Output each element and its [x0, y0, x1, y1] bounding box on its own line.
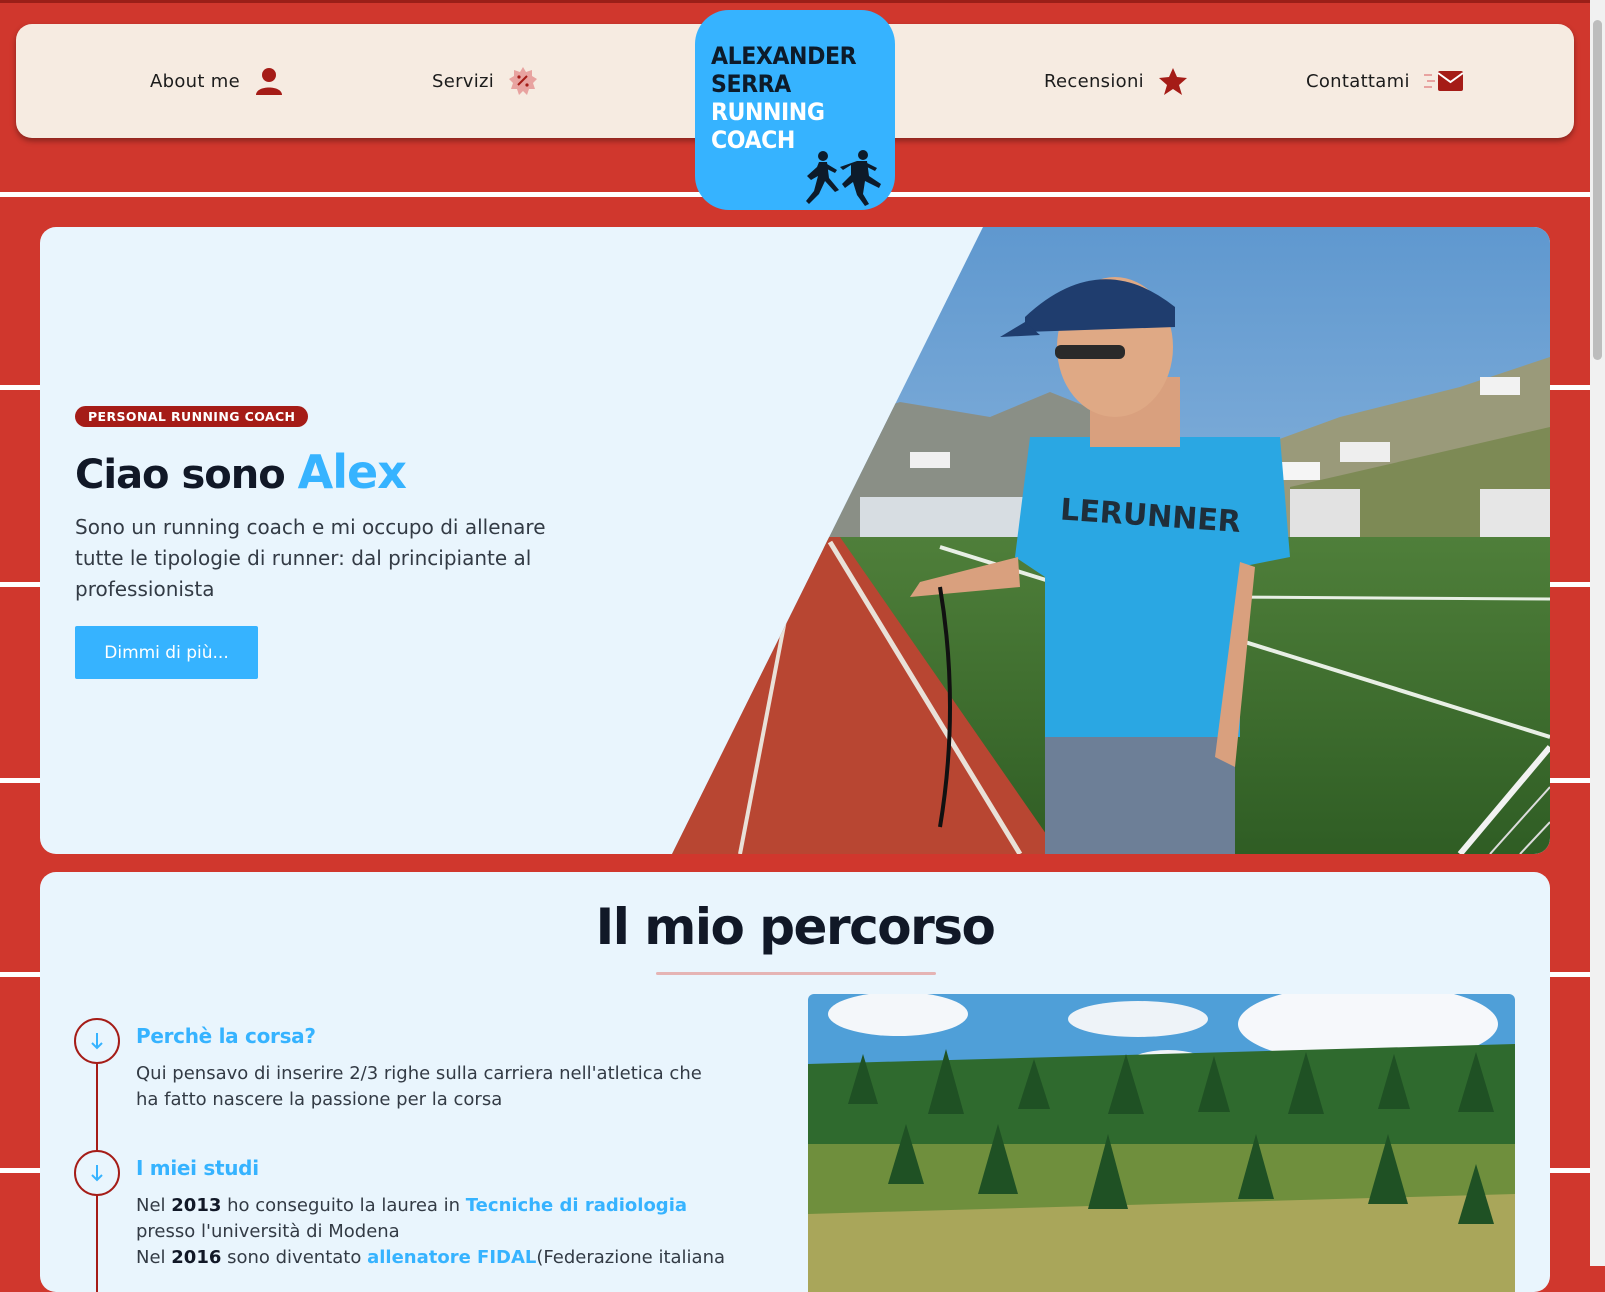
hero-badge: PERSONAL RUNNING COACH — [75, 406, 309, 427]
timeline-marker — [74, 1150, 120, 1196]
scrollbar[interactable] — [1590, 0, 1605, 1266]
dimmi-di-piu-button[interactable]: Dimmi di più... — [75, 626, 258, 679]
nav-servizi-label: Servizi — [432, 70, 495, 92]
site-logo[interactable]: ALEXANDER SERRA RUNNING COACH — [695, 10, 895, 210]
section-title: Il mio percorso — [595, 898, 996, 956]
logo-line-2: SERRA — [711, 70, 791, 98]
timeline-item-text: Qui pensavo di inserire 2/3 righe sulla … — [136, 1063, 702, 1110]
text-fragment: (Federazione italiana — [536, 1247, 726, 1268]
hero-title-prefix: Ciao sono — [75, 452, 286, 498]
badge-icon — [508, 66, 538, 96]
runners-icon — [806, 150, 881, 206]
nav-contattami[interactable]: Contattami — [1306, 24, 1464, 138]
percorso-section: Il mio percorso Perchè la corsa? Qui pen… — [40, 872, 1550, 1292]
scrollbar-thumb[interactable] — [1593, 20, 1602, 360]
radiologia-link[interactable]: Tecniche di radiologia — [466, 1195, 687, 1216]
nav-servizi[interactable]: Servizi — [432, 24, 538, 138]
fidal-link[interactable]: allenatore FIDAL — [367, 1247, 536, 1268]
mail-icon — [1423, 66, 1464, 96]
hero-title-name: Alex — [297, 445, 407, 499]
year-2013: 2013 — [171, 1195, 222, 1216]
title-underline — [656, 972, 936, 975]
logo-line-3: RUNNING — [711, 98, 825, 126]
year-2016: 2016 — [171, 1247, 222, 1268]
arrow-down-icon — [91, 1033, 103, 1050]
user-icon — [254, 66, 284, 96]
text-fragment: presso l'università di Modena — [136, 1221, 400, 1242]
text-fragment: Nel — [136, 1247, 172, 1268]
text-fragment: Nel — [136, 1195, 172, 1216]
hero-section: LERUNNER PERSONAL RUNNING COACH Ciao son… — [40, 227, 1550, 854]
nav-about-me[interactable]: About me — [150, 24, 284, 138]
nav-recensioni-label: Recensioni — [1044, 70, 1144, 92]
top-border — [0, 0, 1590, 3]
text-fragment: sono diventato — [221, 1247, 368, 1268]
arrow-down-icon — [91, 1165, 103, 1182]
landscape-photo — [808, 994, 1515, 1292]
timeline-item-title: Perchè la corsa? — [136, 1024, 316, 1048]
nav-about-label: About me — [150, 70, 240, 92]
star-icon — [1158, 66, 1188, 96]
timeline-item-title: I miei studi — [136, 1156, 259, 1180]
timeline-marker — [74, 1018, 120, 1064]
text-fragment: ho conseguito la laurea in — [221, 1195, 466, 1216]
nav-recensioni[interactable]: Recensioni — [1044, 24, 1188, 138]
hero-description: Sono un running coach e mi occupo di all… — [75, 515, 546, 601]
logo-line-1: ALEXANDER — [711, 42, 857, 70]
nav-contatti-label: Contattami — [1306, 70, 1410, 92]
timeline-item-text: Nel 2013 ho conseguito la laurea in Tecn… — [136, 1193, 726, 1271]
hero-title: Ciao sono Alex — [75, 445, 407, 499]
